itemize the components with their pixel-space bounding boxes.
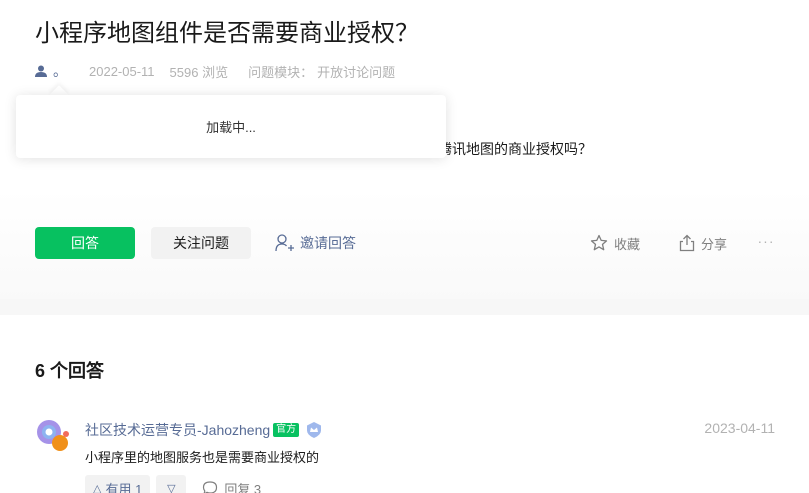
comment-icon	[203, 481, 218, 493]
community-logo-icon	[37, 420, 69, 451]
answers-heading: 6 个回答	[35, 361, 105, 381]
share-label: 分享	[701, 236, 728, 252]
view-count: 5596 浏览	[169, 64, 229, 80]
question-page: 小程序地图组件是否需要商业授权？ 。 2022-05-11 5596 浏览 问题…	[0, 0, 809, 493]
upvote-button[interactable]: △ 有用 1	[85, 475, 151, 493]
answer-author-name[interactable]: 社区技术运营专员-Jahozheng	[85, 420, 270, 440]
question-body: 腾讯地图的商业授权吗？	[438, 141, 592, 157]
question-author[interactable]: 。	[35, 61, 67, 81]
share-icon	[679, 234, 695, 252]
invite-label: 邀请回答	[300, 235, 356, 251]
answer-text: 小程序里的地图服务也是需要商业授权的	[85, 450, 320, 465]
reply-label: 回复 3	[224, 481, 262, 493]
answer-button[interactable]: 回答	[35, 227, 135, 259]
collect-button[interactable]: 收藏	[590, 227, 640, 259]
add-user-icon	[275, 234, 294, 252]
collect-label: 收藏	[614, 236, 641, 252]
official-badge: 官方	[273, 423, 300, 437]
answer-date: 2023-04-11	[704, 420, 775, 436]
avatar[interactable]	[35, 418, 71, 454]
answer-actions: △ 有用 1 ▽ 回复 3	[85, 475, 261, 493]
invite-answer-button[interactable]: 邀请回答	[275, 227, 356, 259]
user-icon	[35, 65, 47, 77]
share-button[interactable]: 分享	[679, 227, 727, 259]
question-meta: 。 2022-05-11 5596 浏览 问题模块： 开放讨论问题	[35, 61, 395, 81]
author-card-popup: 加载中...	[16, 95, 446, 158]
downvote-button[interactable]: ▽	[156, 475, 187, 493]
answer-author: 社区技术运营专员-Jahozheng 官方	[85, 420, 323, 440]
question-actions: 回答 关注问题 邀请回答 收藏 分享 ···	[35, 227, 775, 259]
triangle-down-icon: ▽	[167, 482, 176, 493]
question-title: 小程序地图组件是否需要商业授权？	[35, 20, 419, 47]
section-divider	[0, 299, 809, 315]
author-name: 。	[53, 63, 67, 79]
upvote-label: 有用 1	[105, 481, 143, 493]
level-badge-icon	[305, 421, 323, 439]
loading-text: 加载中...	[206, 120, 256, 135]
follow-question-button[interactable]: 关注问题	[151, 227, 251, 259]
more-button[interactable]: ···	[757, 227, 775, 255]
answer-item: 社区技术运营专员-Jahozheng 官方 2023-04-11 小程序里的地图…	[35, 418, 775, 493]
triangle-up-icon: △	[93, 482, 102, 493]
question-date: 2022-05-11	[89, 63, 155, 79]
reply-button[interactable]: 回复 3	[202, 479, 261, 493]
module-label: 问题模块：	[248, 64, 314, 80]
module-link[interactable]: 开放讨论问题	[317, 62, 395, 81]
star-icon	[590, 234, 608, 251]
